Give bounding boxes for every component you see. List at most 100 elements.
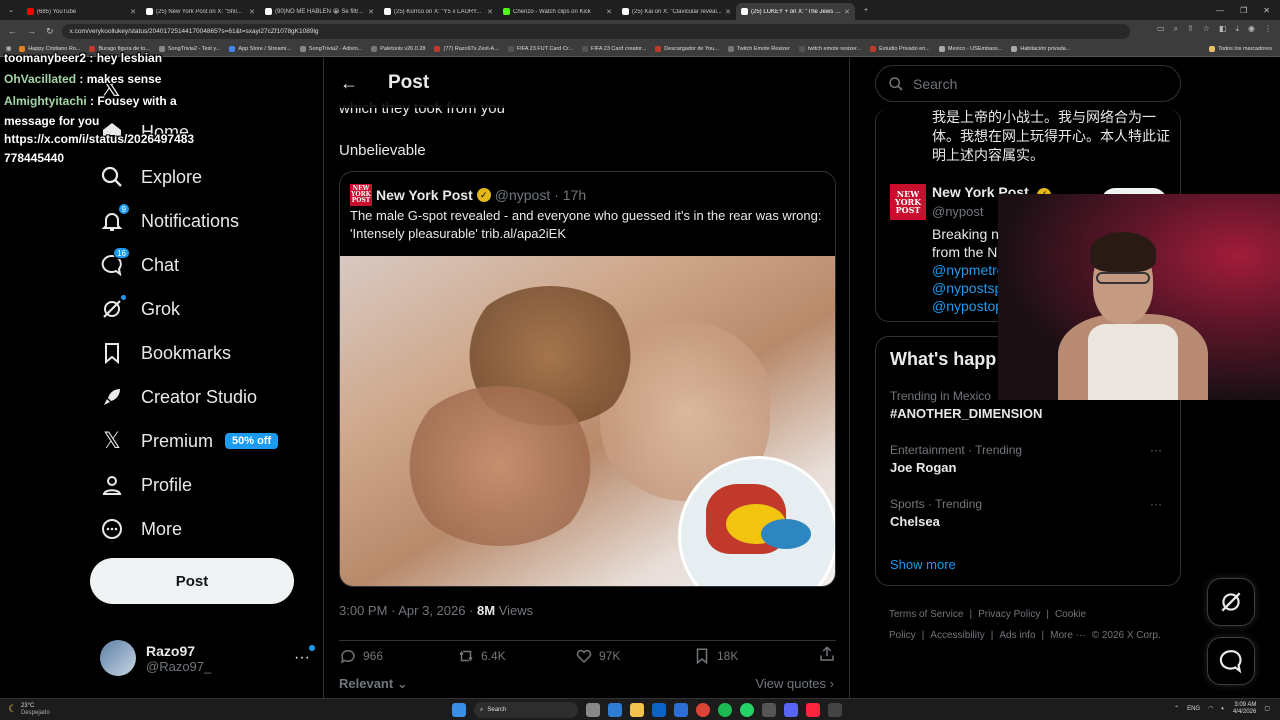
maximize-icon[interactable]: ❐ bbox=[1240, 6, 1247, 15]
language-indicator[interactable]: ENG bbox=[1187, 706, 1200, 713]
bookmark-item[interactable]: twitch emote resizer... bbox=[798, 46, 861, 52]
task-view-icon[interactable] bbox=[586, 703, 600, 717]
url-input[interactable]: x.com/verykoollukey/status/2040172514417… bbox=[61, 23, 1130, 39]
clock[interactable]: 3:09 AM 4/4/2026 bbox=[1233, 702, 1256, 716]
footer-link[interactable]: More ··· bbox=[1050, 630, 1086, 641]
tab-close-icon[interactable]: ✕ bbox=[725, 8, 731, 16]
card-link[interactable]: @nypostsp bbox=[932, 279, 1007, 297]
forward-icon[interactable]: → bbox=[27, 26, 36, 37]
tray-expand-icon[interactable]: ⌃ bbox=[1174, 706, 1179, 713]
tab-close-icon[interactable]: ✕ bbox=[249, 8, 255, 16]
grok-fab-button[interactable] bbox=[1207, 578, 1255, 626]
app-icon[interactable] bbox=[828, 703, 842, 717]
bookmark-item[interactable]: Habitación privada... bbox=[1011, 46, 1070, 52]
show-more-link[interactable]: Show more bbox=[890, 557, 956, 572]
file-explorer-icon[interactable] bbox=[630, 703, 644, 717]
bookmark-item[interactable]: Descargador de You... bbox=[655, 46, 719, 52]
tab-close-icon[interactable]: ✕ bbox=[368, 8, 374, 16]
profile-icon[interactable]: ◉ bbox=[1248, 24, 1255, 34]
browser-tab[interactable]: (25) LUKEY + on X: "The Jews t... ✕ bbox=[736, 3, 855, 20]
mail-icon[interactable] bbox=[674, 703, 688, 717]
tab-search-icon[interactable]: ⌄ bbox=[0, 6, 22, 14]
browser-tab[interactable]: (685) YouTube ✕ bbox=[22, 3, 141, 20]
bookmark-item[interactable]: FIFA 23 Card creator... bbox=[581, 46, 646, 52]
bookmark-button[interactable]: 18K bbox=[693, 647, 811, 665]
taskbar-search[interactable]: ⌕ Search bbox=[474, 702, 578, 718]
footer-link[interactable]: Privacy Policy bbox=[978, 609, 1040, 620]
nav-more[interactable]: More bbox=[100, 514, 182, 544]
bookmark-item[interactable]: SongTrivia2 - Adivin... bbox=[299, 46, 362, 52]
bookmark-item[interactable]: Estudio Privado en... bbox=[870, 46, 930, 52]
edge-icon[interactable] bbox=[608, 703, 622, 717]
like-button[interactable]: 97K bbox=[575, 647, 693, 665]
zoom-icon[interactable]: ⌕ bbox=[1174, 24, 1178, 34]
bookmarks-folder[interactable]: Todos los marcadores bbox=[1209, 46, 1280, 52]
extensions-icon[interactable]: ◧ bbox=[1219, 24, 1227, 34]
browser-tab[interactable]: (25) Kurrco on X: "Y5 x LAURY... ✕ bbox=[379, 3, 498, 20]
reload-icon[interactable]: ↻ bbox=[46, 26, 54, 37]
search-input[interactable]: Search bbox=[875, 65, 1181, 102]
bookmark-item[interactable]: App Store / Streami... bbox=[229, 46, 291, 52]
account-switcher[interactable]: Razo97 @Razo97_ ··· bbox=[100, 638, 315, 678]
spotify-icon[interactable] bbox=[718, 703, 732, 717]
weather-widget[interactable]: ☾ 23°C Despejado bbox=[0, 703, 50, 717]
sort-dropdown[interactable]: Relevant ⌄ bbox=[339, 676, 408, 692]
minimize-icon[interactable]: — bbox=[1216, 6, 1224, 15]
nav-chat[interactable]: 16 Chat bbox=[100, 247, 179, 280]
music-icon[interactable] bbox=[806, 703, 820, 717]
notification-center-icon[interactable]: ▢ bbox=[1264, 706, 1270, 713]
footer-link[interactable]: © 2026 X Corp. bbox=[1092, 630, 1161, 641]
repost-button[interactable]: 6.4K bbox=[457, 647, 575, 665]
card-link[interactable]: @nypmetro bbox=[932, 261, 1007, 279]
account-more-icon[interactable]: ··· bbox=[294, 645, 315, 667]
start-icon[interactable] bbox=[452, 703, 466, 717]
trend-more-icon[interactable]: ··· bbox=[1150, 497, 1162, 511]
nav-creator-studio[interactable]: Creator Studio bbox=[100, 382, 257, 412]
browser-tab[interactable]: (90)NO ME HABLEN 😭 Se filtr... ✕ bbox=[260, 3, 379, 20]
chat-link-cont[interactable]: 778445440 bbox=[4, 148, 64, 168]
browser-tab[interactable]: (25) Kai on X: "Clavicular reveal... ✕ bbox=[617, 3, 736, 20]
trend-item[interactable]: Entertainment · Trending Joe Rogan ··· bbox=[890, 443, 1170, 475]
footer-link[interactable]: Accessibility bbox=[930, 630, 984, 641]
volume-icon[interactable]: 🔈︎ bbox=[1221, 706, 1225, 713]
nav-explore[interactable]: Explore bbox=[100, 162, 202, 192]
share-button[interactable] bbox=[818, 645, 836, 666]
bookmark-item[interactable]: Mexico - USEmbass... bbox=[938, 46, 1002, 52]
post-button[interactable]: Post bbox=[90, 558, 294, 604]
nav-notifications[interactable]: 9 Notifications bbox=[100, 203, 239, 236]
store-icon[interactable] bbox=[652, 703, 666, 717]
nav-profile[interactable]: Profile bbox=[100, 470, 192, 500]
star-icon[interactable]: ☆ bbox=[1203, 24, 1210, 34]
chrome-icon[interactable] bbox=[696, 703, 710, 717]
nypost-avatar[interactable]: NEW YORK POST bbox=[890, 184, 926, 220]
tab-close-icon[interactable]: ✕ bbox=[606, 8, 612, 16]
browser-tab[interactable]: (25) New York Post on X: "Shil... ✕ bbox=[141, 3, 260, 20]
trend-item[interactable]: Sports · Trending Chelsea ··· bbox=[890, 497, 1170, 529]
browser-tab[interactable]: Chenzo - Watch clips on Kick ✕ bbox=[498, 3, 617, 20]
cast-icon[interactable]: ▭ bbox=[1157, 24, 1165, 34]
bookmark-item[interactable]: FIFA 23 FUT Card Cr... bbox=[507, 46, 573, 52]
close-window-icon[interactable]: ✕ bbox=[1263, 6, 1270, 15]
discord-icon[interactable] bbox=[784, 703, 798, 717]
quoted-post-image[interactable] bbox=[340, 256, 835, 586]
back-arrow-icon[interactable]: ← bbox=[324, 73, 374, 94]
whatsapp-icon[interactable] bbox=[740, 703, 754, 717]
reply-button[interactable]: 966 bbox=[339, 647, 457, 665]
bookmark-item[interactable]: (77) Razo97s Zest-A... bbox=[434, 46, 499, 52]
menu-icon[interactable]: ⋮ bbox=[1264, 24, 1272, 34]
tab-close-icon[interactable]: ✕ bbox=[487, 8, 493, 16]
chat-link[interactable]: https://x.com/i/status/2026497483 bbox=[4, 129, 194, 149]
bookmark-item[interactable]: SongTrivia2 - Test y... bbox=[158, 46, 220, 52]
nav-premium[interactable]: 𝕏 Premium 50% off bbox=[100, 426, 279, 456]
footer-link[interactable]: Ads info bbox=[999, 630, 1035, 641]
back-icon[interactable]: ← bbox=[8, 26, 17, 37]
trend-more-icon[interactable]: ··· bbox=[1150, 443, 1162, 457]
card-link[interactable]: @nypostop bbox=[932, 297, 1007, 315]
bookmark-item[interactable]: Twitch Emote Resizer bbox=[727, 46, 790, 52]
obs-icon[interactable] bbox=[762, 703, 776, 717]
download-icon[interactable]: ⤓ bbox=[1235, 24, 1239, 34]
bookmark-item[interactable]: Paletools v26.0.28 bbox=[371, 46, 425, 52]
new-tab-button[interactable]: + bbox=[855, 7, 877, 14]
nav-grok[interactable]: Grok bbox=[100, 294, 180, 324]
view-quotes-link[interactable]: View quotes › bbox=[755, 676, 834, 691]
